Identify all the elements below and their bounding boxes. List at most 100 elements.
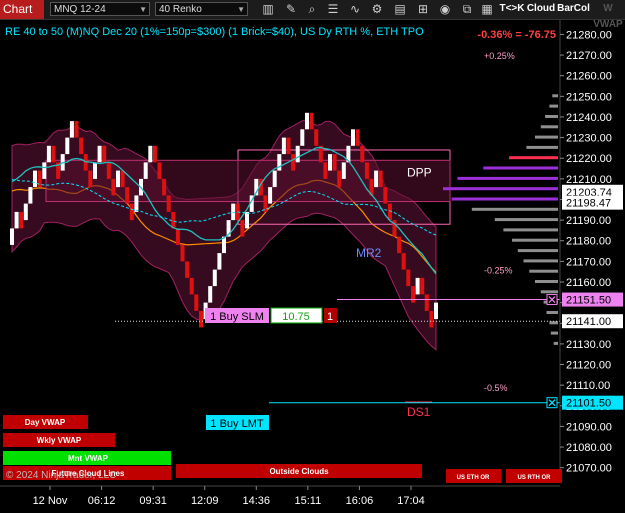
renko-brick: [378, 170, 383, 188]
buy-slm-qty: 1: [327, 311, 333, 323]
renko-brick: [397, 236, 402, 254]
renko-brick: [125, 187, 130, 204]
instrument-value: MNQ 12-24: [54, 4, 106, 15]
dpp-label: DPP: [407, 166, 432, 180]
renko-brick: [272, 170, 277, 188]
price-tag-label: 21151.50: [566, 295, 611, 307]
chart-canvas[interactable]: DPP MR2 DS1 +0.25% -0.25% -0.5% 21280.00 2127…: [0, 20, 625, 513]
renko-brick: [37, 170, 42, 188]
renko-brick: [102, 145, 107, 163]
renko-brick: [69, 121, 74, 138]
price-tick-label: 21110.00: [566, 380, 610, 392]
renko-brick: [231, 203, 236, 221]
price-tag-label: 21198.47: [566, 198, 611, 210]
volume-profile-bar: [549, 104, 558, 108]
pct-label-pct-minus-025: -0.25%: [484, 266, 513, 276]
renko-brick: [97, 145, 102, 163]
time-tick-label: 14:36: [243, 495, 271, 507]
mr2-label: MR2: [356, 246, 382, 260]
renko-brick: [360, 145, 365, 163]
renko-brick: [180, 244, 185, 262]
renko-brick: [33, 170, 37, 188]
volume-profile-bar: [526, 145, 558, 149]
barcol-label: BarCol: [557, 3, 590, 14]
bar-type-selector[interactable]: 40 Renko ▼: [155, 2, 248, 16]
price-tick-label: 21090.00: [566, 421, 612, 433]
bar-chart-icon[interactable]: ▥: [260, 2, 276, 17]
volume-profile-bar: [553, 341, 558, 345]
renko-brick: [240, 220, 245, 237]
price-tick-label: 21260.00: [566, 71, 612, 83]
renko-brick: [194, 294, 199, 311]
buy-lmt-label: 1 Buy LMT: [210, 418, 263, 430]
snapshot-icon[interactable]: ▦: [479, 2, 495, 17]
price-tick-label: 21280.00: [566, 29, 612, 41]
renko-brick: [374, 170, 379, 188]
chevron-down-icon: ▼: [139, 5, 147, 14]
wvwap-button[interactable]: W VWAP: [591, 1, 625, 30]
toolbar: Chart MNQ 12-24 ▼ 40 Renko ▼ ▥ ✎ ⌕ ☰ ∿ ⚙…: [0, 0, 625, 30]
chart-trader-icon[interactable]: ◉: [437, 2, 453, 17]
buy-slm-price: 10.75: [282, 311, 310, 323]
renko-brick: [65, 137, 70, 155]
zoom-icon[interactable]: ⌕: [304, 2, 320, 17]
price-tick-label: 21210.00: [566, 174, 612, 186]
chart-tab[interactable]: Chart: [0, 0, 44, 19]
cloud-label: Cloud: [526, 3, 556, 14]
renko-brick: [88, 170, 93, 188]
properties-icon[interactable]: ☰: [325, 2, 341, 17]
volume-profile-bar: [546, 311, 558, 314]
strategies-icon[interactable]: ⚙: [369, 2, 385, 17]
change-text: -0.36% = -76.75: [477, 29, 556, 41]
renko-brick: [286, 137, 291, 155]
cloud-button[interactable]: Cloud: [526, 1, 556, 17]
renko-brick: [175, 228, 180, 245]
drawing-objects-icon[interactable]: ⊞: [415, 2, 431, 17]
t-k-button[interactable]: T<>K: [499, 1, 525, 17]
renko-brick: [28, 187, 33, 204]
time-tick-label: 17:04: [397, 495, 425, 507]
renko-brick: [355, 129, 360, 146]
renko-brick: [332, 154, 337, 171]
volume-profile-bar: [451, 197, 558, 201]
renko-brick: [10, 228, 14, 245]
renko-brick: [277, 154, 282, 171]
attach-icon[interactable]: ⧉: [459, 2, 475, 17]
price-tick-label: 21120.00: [566, 360, 611, 372]
price-tick-label: 21080.00: [566, 442, 612, 454]
renko-brick: [420, 277, 425, 295]
barcol-button[interactable]: BarCol: [557, 1, 590, 17]
renko-brick: [23, 203, 28, 221]
price-tick-label: 21270.00: [566, 50, 612, 62]
renko-brick: [19, 211, 24, 229]
instrument-selector[interactable]: MNQ 12-24 ▼: [50, 2, 150, 16]
price-axis[interactable]: 21280.00 21270.00 21260.00 21250.00 21240.00…: [559, 20, 623, 478]
renko-brick: [212, 269, 217, 287]
time-tick-label: 16:06: [346, 495, 374, 507]
price-tag-label: 21141.00: [566, 316, 611, 328]
renko-brick: [323, 162, 328, 179]
templates-icon[interactable]: ▤: [392, 2, 408, 17]
price-tick-label: 21220.00: [566, 153, 612, 165]
t-k-label: T<>K: [499, 3, 525, 14]
volume-profile: [443, 94, 559, 345]
renko-brick: [79, 137, 84, 155]
order-buy-lmt[interactable]: 1 Buy LMT: [206, 415, 269, 430]
legend-mnt-vwap: Mnt VWAP: [68, 454, 109, 463]
renko-brick: [305, 112, 309, 130]
price-tick-label: 21240.00: [566, 112, 612, 124]
renko-brick: [364, 162, 369, 179]
legend-wkly-vwap: Wkly VWAP: [37, 436, 82, 445]
legend-us-eth-or: US ETH OR: [457, 475, 490, 481]
renko-brick: [157, 162, 162, 179]
volume-profile-bar: [512, 238, 558, 242]
renko-brick: [46, 145, 51, 163]
renko-brick: [111, 178, 116, 196]
volume-profile-bar: [529, 269, 559, 273]
indicators-icon[interactable]: ∿: [347, 2, 363, 17]
draw-tool-icon[interactable]: ✎: [283, 2, 299, 17]
time-axis[interactable]: 12 Nov 06:12 09:31 12:09 14:36 15:11 16:06 17:0…: [0, 485, 560, 507]
order-buy-slm[interactable]: 1 Buy SLM 10.75 1: [205, 307, 337, 324]
pivot-boxes: DPP MR2 DS1: [45, 149, 451, 419]
copyright: © 2024 NinjaTrader, LLC: [6, 470, 116, 481]
